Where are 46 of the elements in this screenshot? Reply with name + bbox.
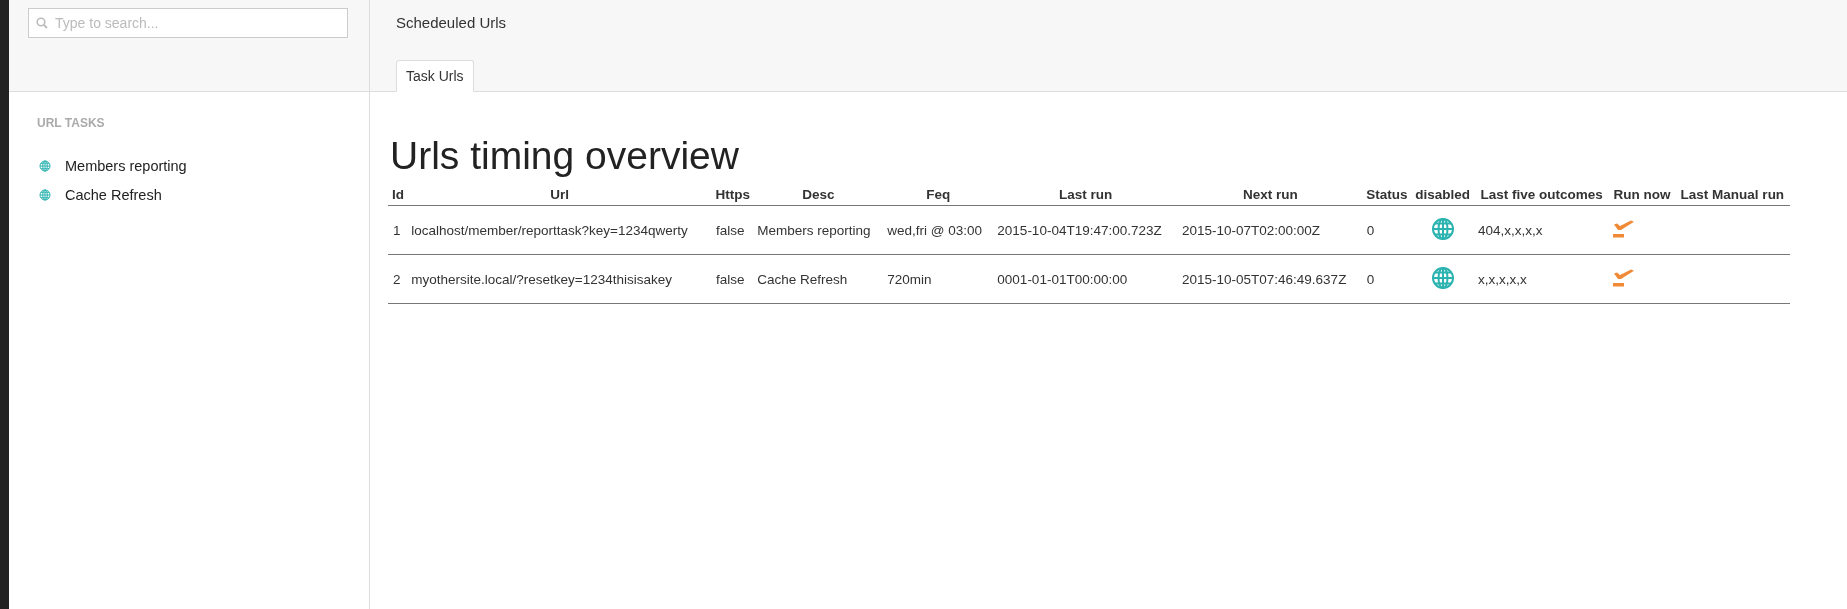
run-now-button[interactable]	[1613, 218, 1636, 239]
table-cell: 0	[1362, 254, 1412, 304]
table-cell: 2015-10-05T07:46:49.637Z	[1178, 254, 1363, 304]
search-icon	[36, 17, 48, 29]
section-title: URL TASKS	[37, 116, 106, 130]
sidebar-item[interactable]: Members reporting	[39, 158, 187, 174]
column-header: Last five outcomes	[1474, 186, 1610, 206]
globe-icon	[39, 189, 51, 201]
table-cell: 720min	[883, 254, 994, 304]
table-cell: wed,fri @ 03:00	[883, 205, 994, 255]
column-header: Run now	[1609, 186, 1675, 206]
plane-takeoff-icon	[1613, 267, 1636, 288]
column-header: disabled	[1411, 186, 1475, 206]
table-cell: 1	[388, 205, 408, 255]
run-now-button[interactable]	[1613, 267, 1636, 288]
table-cell: 2015-10-07T02:00:00Z	[1178, 205, 1363, 255]
column-header: Last Manual run	[1674, 186, 1790, 206]
globe-icon	[1430, 265, 1455, 290]
table-cell: localhost/member/reporttask?key=1234qwerty	[407, 205, 713, 255]
table-cell: x,x,x,x,x	[1474, 254, 1610, 304]
page-title: Schedeuled Urls	[396, 14, 507, 31]
tab[interactable]: Task Urls	[396, 60, 474, 92]
globe-icon	[1430, 216, 1455, 241]
column-header: Next run	[1178, 186, 1363, 206]
table-cell: false	[712, 254, 754, 304]
column-header: Https	[712, 186, 754, 206]
plane-takeoff-icon	[1613, 218, 1636, 239]
globe-icon	[39, 160, 51, 172]
page-heading: Urls timing overview	[390, 134, 739, 178]
table-cell: 2015-10-04T19:47:00.723Z	[993, 205, 1178, 255]
search-field[interactable]: Type to search...	[28, 8, 348, 38]
table-cell: myothersite.local/?resetkey=1234thisisakey	[407, 254, 713, 304]
table-cell: false	[712, 205, 754, 255]
table-cell: Cache Refresh	[753, 254, 884, 304]
column-header: Desc	[753, 186, 884, 206]
table-cell: 0	[1362, 205, 1412, 255]
table-cell: 404,x,x,x,x	[1474, 205, 1610, 255]
column-header: Feq	[883, 186, 994, 206]
column-header: Status	[1362, 186, 1412, 206]
table-cell: Members reporting	[753, 205, 884, 255]
sidebar-item[interactable]: Cache Refresh	[39, 187, 162, 203]
table-cell: 2	[388, 254, 408, 304]
column-header: Url	[407, 186, 713, 206]
column-header: Last run	[993, 186, 1178, 206]
column-header: Id	[388, 186, 408, 206]
table-cell: 0001-01-01T00:00:00	[993, 254, 1178, 304]
